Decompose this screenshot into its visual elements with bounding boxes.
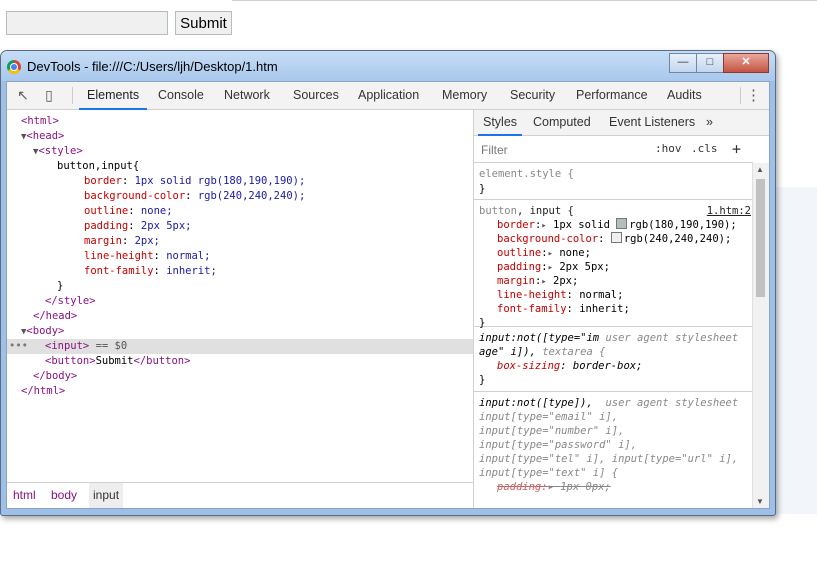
dom-button-node[interactable]: <button>Submit</button>	[45, 354, 190, 369]
tab-separator	[72, 87, 73, 104]
css-decl-border: border: 1px solid rgb(180,190,190);	[84, 175, 306, 187]
rule2-decl-box-sizing: box-sizing: border-box;	[497, 360, 643, 372]
rule1-decl-margin[interactable]: margin:▸ 2px;	[497, 274, 578, 288]
hov-toggle[interactable]: :hov	[655, 136, 682, 162]
new-rule-plus-icon[interactable]: +	[732, 136, 741, 162]
css-decl-padding: padding: 2px 5px;	[84, 220, 192, 232]
tab-sources[interactable]: Sources	[293, 82, 339, 109]
css-decl-line-height: line-height: normal;	[84, 250, 211, 262]
inspect-element-icon[interactable]: ↖	[15, 87, 31, 103]
tab-network[interactable]: Network	[224, 82, 270, 109]
dom-style-close[interactable]: </style>	[45, 294, 96, 309]
scrollbar-thumb[interactable]	[756, 179, 765, 297]
scroll-up-icon[interactable]: ▲	[756, 165, 764, 174]
tab-application[interactable]: Application	[358, 82, 419, 109]
styles-subtabs: Styles Computed Event Listeners »	[474, 110, 769, 136]
rule1-decl-font-family[interactable]: font-family: inherit;	[497, 302, 630, 316]
more-options-icon[interactable]: ⋮	[746, 82, 761, 109]
subtab-more-icon[interactable]: »	[706, 110, 713, 135]
page-background-shade	[775, 187, 817, 514]
styles-filter-row: :hov .cls +	[474, 136, 753, 163]
node-actions-icon[interactable]: •••	[9, 339, 28, 354]
kebab-separator	[740, 87, 741, 104]
dom-input-node[interactable]: <input> == $0	[45, 339, 127, 354]
color-swatch[interactable]	[610, 232, 622, 243]
css-selector-text: button,input{	[57, 160, 140, 172]
rule-ua-input-types[interactable]: input:not([type]), user agent stylesheet…	[474, 392, 753, 508]
scroll-down-icon[interactable]: ▼	[756, 497, 764, 506]
css-decl-font-family: font-family: inherit;	[84, 265, 217, 277]
tab-elements[interactable]: Elements	[78, 82, 148, 110]
page-submit-button[interactable]: Submit	[175, 11, 232, 35]
color-swatch[interactable]	[616, 218, 628, 229]
css-decl-outline: outline: none;	[84, 205, 173, 217]
window-title: DevTools - file:///C:/Users/ljh/Desktop/…	[27, 59, 278, 74]
subtab-styles[interactable]: Styles	[477, 110, 523, 136]
tab-memory[interactable]: Memory	[442, 82, 487, 109]
rule3-selector-text: input[type="text" i] {	[479, 467, 619, 479]
rule1-source-link[interactable]: 1.htm:2	[707, 204, 751, 218]
page-top-rule	[232, 0, 817, 1]
minimize-button[interactable]: —	[669, 53, 697, 73]
rule2-close: }	[479, 374, 486, 386]
css-close-brace: }	[57, 280, 64, 292]
tab-performance[interactable]: Performance	[576, 82, 648, 109]
rule-button-input[interactable]: button, input { 1.htm:2 border:▸ 1px sol…	[474, 200, 753, 329]
css-decl-background-color: background-color: rgb(240,240,240);	[84, 190, 306, 202]
dom-head-open[interactable]: ▼<head>	[21, 129, 64, 144]
styles-scrollbar[interactable]: ▲ ▼	[752, 163, 769, 508]
maximize-button[interactable]: □	[696, 53, 724, 73]
tab-console[interactable]: Console	[158, 82, 204, 109]
dom-body-close[interactable]: </body>	[33, 369, 77, 384]
rule1-decl-outline[interactable]: outline:▸ none;	[497, 246, 591, 260]
page-text-input[interactable]	[6, 11, 168, 35]
style-rules: element.style { } button, input { 1.htm:…	[474, 163, 753, 508]
styles-filter-input[interactable]	[479, 140, 643, 159]
subtab-computed[interactable]: Computed	[533, 110, 591, 135]
rule3-selector-email: input[type="email" i],	[479, 411, 619, 423]
rule3-selector-line1: input:not([type]), user agent stylesheet	[479, 397, 739, 409]
dom-body-open[interactable]: ▼<body>	[21, 324, 64, 339]
window-controls: — □ ✕	[669, 53, 769, 73]
subtab-event-listeners[interactable]: Event Listeners	[609, 110, 695, 135]
main-tabbar: ↖ ▯ Elements Console Network Sources App…	[7, 82, 769, 110]
window-titlebar[interactable]: DevTools - file:///C:/Users/ljh/Desktop/…	[1, 51, 775, 81]
element-style-selector: element.style {	[479, 168, 574, 180]
rule-element-style[interactable]: element.style { }	[474, 163, 753, 200]
device-toolbar-icon[interactable]: ▯	[41, 87, 57, 103]
tab-security[interactable]: Security	[510, 82, 555, 109]
rule3-selector-number: input[type="number" i],	[479, 425, 625, 437]
dom-head-close[interactable]: </head>	[33, 309, 77, 324]
dom-html-close[interactable]: </html>	[21, 384, 65, 399]
dom-style-open[interactable]: ▼<style>	[33, 144, 83, 159]
rule-ua-box-sizing[interactable]: input:not([type="im user agent styleshee…	[474, 327, 753, 392]
rule3-decl-padding-overridden: padding:▸ 1px 0px;	[497, 481, 611, 493]
element-style-close: }	[479, 183, 486, 195]
cls-toggle[interactable]: .cls	[691, 136, 718, 162]
rule3-selector-password: input[type="password" i],	[479, 439, 638, 451]
rule1-decl-line-height[interactable]: line-height: normal;	[497, 288, 623, 302]
close-button[interactable]: ✕	[723, 53, 769, 73]
rule1-selector: button, input {	[479, 205, 574, 217]
rule2-selector-line1: input:not([type="im user agent styleshee…	[479, 332, 739, 344]
devtools-client: ↖ ▯ Elements Console Network Sources App…	[6, 81, 770, 509]
rule1-decl-background-color[interactable]: background-color: rgb(240,240,240);	[497, 232, 731, 246]
styles-pane: Styles Computed Event Listeners » :hov .…	[474, 110, 769, 508]
css-decl-margin: margin: 2px;	[84, 235, 160, 247]
tab-audits[interactable]: Audits	[667, 82, 702, 109]
breadcrumb-html[interactable]: html	[13, 483, 36, 508]
dom-html-open[interactable]: <html>	[21, 114, 59, 129]
rule1-decl-padding[interactable]: padding:▸ 2px 5px;	[497, 260, 610, 274]
devtools-window: DevTools - file:///C:/Users/ljh/Desktop/…	[0, 50, 776, 516]
elements-dom-tree[interactable]: <html> ▼<head> ▼<style> button,input{ bo…	[7, 110, 473, 482]
chrome-logo-icon	[7, 60, 21, 74]
breadcrumb-input[interactable]: input	[89, 483, 124, 508]
rule3-selector-tel-url: input[type="tel" i], input[type="url" i]…	[479, 453, 739, 465]
breadcrumb-body[interactable]: body	[51, 483, 77, 508]
rule2-selector-line2: age" i]), textarea {	[479, 346, 606, 358]
breadcrumb: html body input	[7, 482, 473, 508]
rule1-decl-border[interactable]: border:▸ 1px solid rgb(180,190,190);	[497, 218, 737, 232]
